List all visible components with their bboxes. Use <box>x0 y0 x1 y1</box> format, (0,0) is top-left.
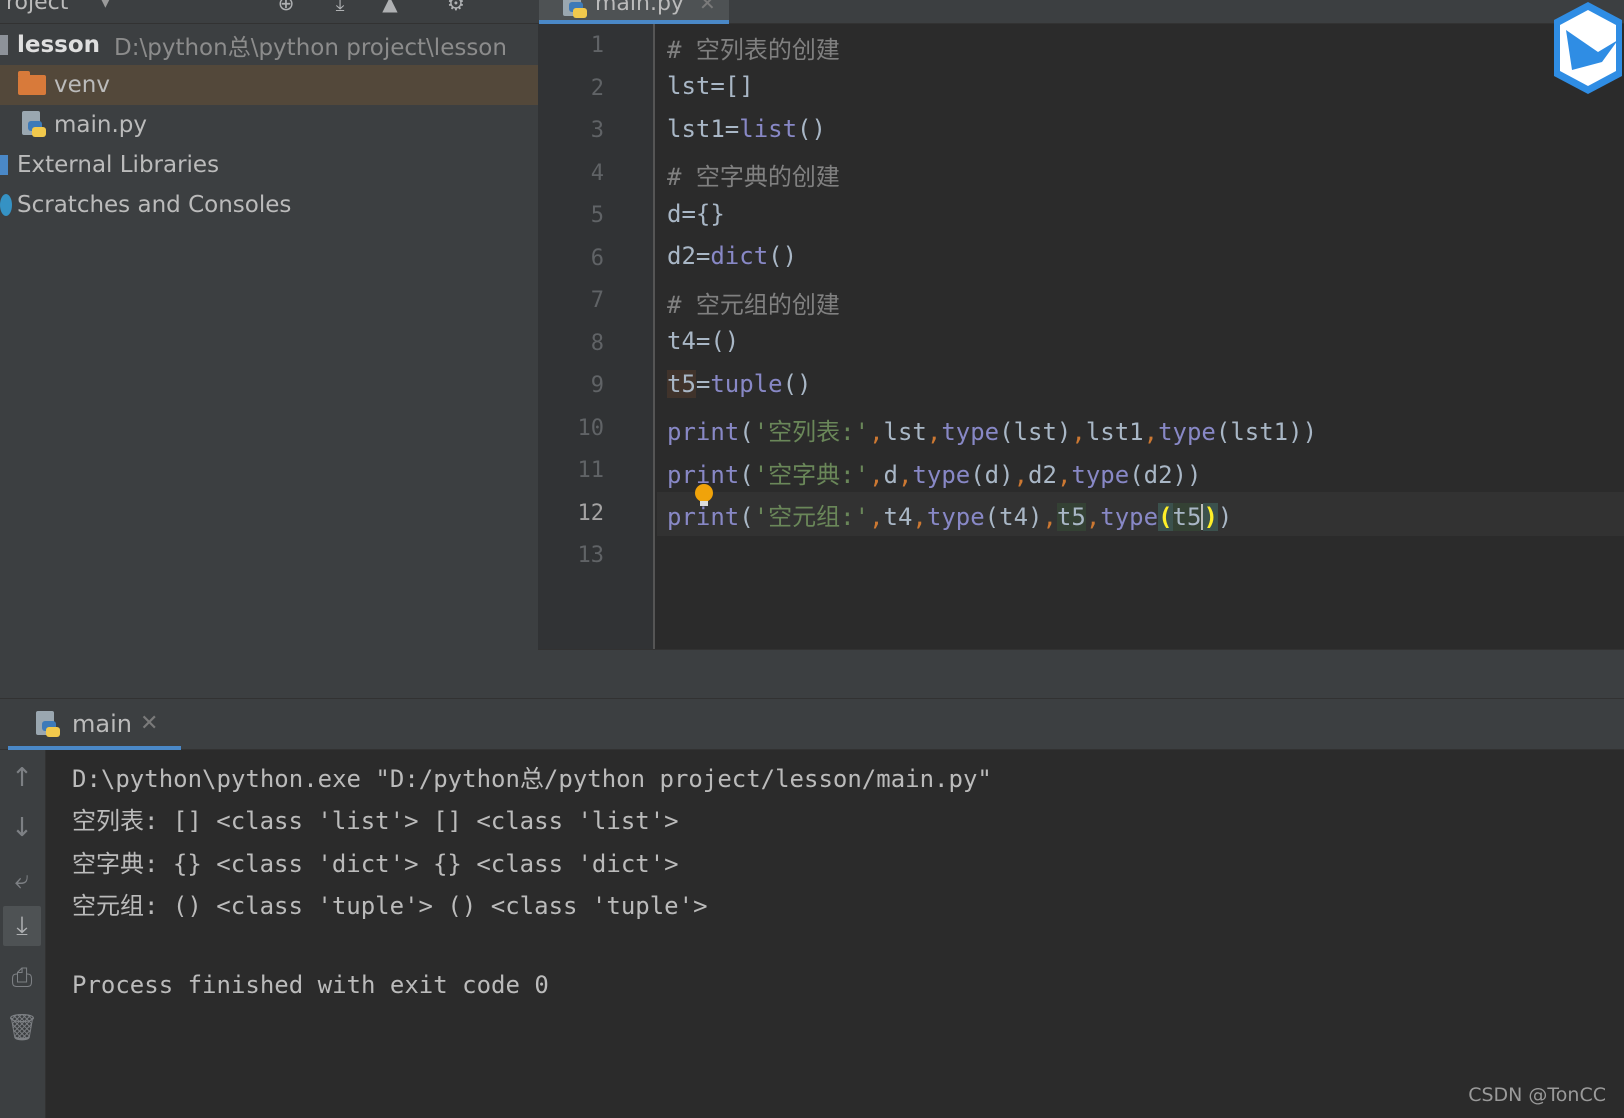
library-icon <box>0 155 8 175</box>
code-line-8: t4=() <box>667 327 740 355</box>
scratches-icon <box>0 194 12 216</box>
arrow-up-icon[interactable]: ↑ <box>3 758 41 798</box>
line-number: 3 <box>590 118 604 143</box>
soft-wrap-icon[interactable]: ⤶ <box>3 860 41 900</box>
line-number: 2 <box>590 75 604 101</box>
bulb-icon[interactable] <box>695 484 713 506</box>
editor-footer <box>538 649 1624 698</box>
code-line-5: d={} <box>667 200 725 228</box>
up-icon[interactable]: ▲ <box>376 0 404 14</box>
gear-icon[interactable]: ⚙ <box>442 0 470 14</box>
line-number: 10 <box>577 415 605 441</box>
scroll-to-end-icon[interactable]: ⤓ <box>3 906 41 946</box>
download-icon[interactable]: ⤓ <box>326 0 354 14</box>
python-file-icon <box>20 111 46 139</box>
code-line-2: lst=[] <box>667 72 754 100</box>
console-line: Process finished with exit code 0 <box>72 971 549 999</box>
run-toolbar: ↑ ↓ ⤶ ⤓ ⎙ 🗑 <box>0 750 46 1118</box>
console-line: D:\python\python.exe "D:/python总/python … <box>72 765 992 793</box>
line-number: 5 <box>590 203 604 228</box>
tree-item-external-libraries[interactable]: External Libraries <box>0 145 538 185</box>
tree-item-label: main.py <box>54 112 147 138</box>
line-number: 6 <box>590 245 604 271</box>
code-line-6: d2=dict() <box>667 242 798 270</box>
tree-item-label: venv <box>54 72 110 98</box>
editor-tab-bar: main.py ✕ <box>538 0 1624 24</box>
tree-item-label: Scratches and Consoles <box>17 192 292 218</box>
close-icon[interactable]: ✕ <box>699 0 716 15</box>
code-line-3: lst1=list() <box>667 115 826 143</box>
folder-icon <box>18 71 46 95</box>
tree-item-path: D:\python总\python project\lesson <box>114 35 507 61</box>
run-tab-label: main <box>72 710 132 738</box>
code-line-12: print('空元组:',t4,type(t4),t5,type(t5)) <box>667 503 1233 531</box>
code-area[interactable]: # 空列表的创建 lst=[] lst1=list() # 空字典的创建 d={… <box>657 24 1624 649</box>
line-number: 11 <box>577 458 605 483</box>
code-line-4: # 空字典的创建 <box>667 163 840 191</box>
tree-item-label: External Libraries <box>17 152 220 178</box>
tree-item-main-py[interactable]: main.py <box>0 105 538 145</box>
code-line-9: t5=tuple() <box>667 370 812 398</box>
project-title[interactable]: roject <box>6 0 68 15</box>
code-line-11: print('空字典:',d,type(d),d2,type(d2)) <box>667 461 1202 489</box>
line-number: 12 <box>577 500 605 526</box>
python-file-icon <box>561 0 587 20</box>
tree-item-venv[interactable]: venv <box>0 65 538 105</box>
console-line: 空字典: {} <class 'dict'> {} <class 'dict'> <box>72 850 679 878</box>
code-line-10: print('空列表:',lst,type(lst),lst1,type(lst… <box>667 418 1318 446</box>
circle-plus-icon[interactable]: ⊕ <box>272 0 300 14</box>
trash-icon[interactable]: 🗑 <box>3 1008 41 1048</box>
console-line: 空元组: () <class 'tuple'> () <class 'tuple… <box>72 892 708 920</box>
module-icon <box>0 35 8 55</box>
arrow-down-icon[interactable]: ↓ <box>3 808 41 848</box>
chevron-down-icon[interactable]: ▼ <box>100 0 111 10</box>
tab-main-py[interactable]: main.py ✕ <box>539 0 729 24</box>
line-number: 4 <box>590 160 604 186</box>
watermark: CSDN @TonCC <box>1468 1084 1606 1106</box>
python-file-icon <box>34 711 60 739</box>
code-line-7: # 空元组的创建 <box>667 291 840 319</box>
line-number: 8 <box>590 330 604 356</box>
project-sidebar: roject ▼ ⊕ ⤓ ▲ ⚙ lesson D:\python总\pytho… <box>0 0 538 698</box>
line-number: 9 <box>590 373 604 398</box>
close-icon[interactable]: ✕ <box>140 711 158 736</box>
project-header: roject ▼ ⊕ ⤓ ▲ ⚙ <box>0 0 538 24</box>
tab-run-main[interactable]: main ✕ <box>8 699 181 751</box>
line-number-gutter: 1 2 3 4 5 6 7 8 9 10 11 12 13 <box>538 24 655 649</box>
line-number: 7 <box>590 288 604 313</box>
tree-item-lesson[interactable]: lesson D:\python总\python project\lesson <box>0 25 538 65</box>
run-panel-header: main ✕ <box>0 698 1624 751</box>
console-line: 空列表: [] <class 'list'> [] <class 'list'> <box>72 807 679 835</box>
code-editor[interactable]: 1 2 3 4 5 6 7 8 9 10 11 12 13 # 空列表的创建 lst=[] lst1=l… <box>538 24 1624 649</box>
code-line-1: # 空列表的创建 <box>667 36 840 64</box>
line-number: 1 <box>590 33 604 58</box>
project-tree: lesson D:\python总\python project\lesson … <box>0 25 538 225</box>
print-icon[interactable]: ⎙ <box>3 958 41 998</box>
line-number: 13 <box>577 543 605 568</box>
bird-logo-icon <box>1554 2 1622 94</box>
tab-label: main.py <box>595 0 684 16</box>
tree-item-label: lesson <box>17 32 101 58</box>
console-output[interactable]: D:\python\python.exe "D:/python总/python … <box>46 750 1624 1118</box>
tree-item-scratches[interactable]: Scratches and Consoles <box>0 185 538 225</box>
